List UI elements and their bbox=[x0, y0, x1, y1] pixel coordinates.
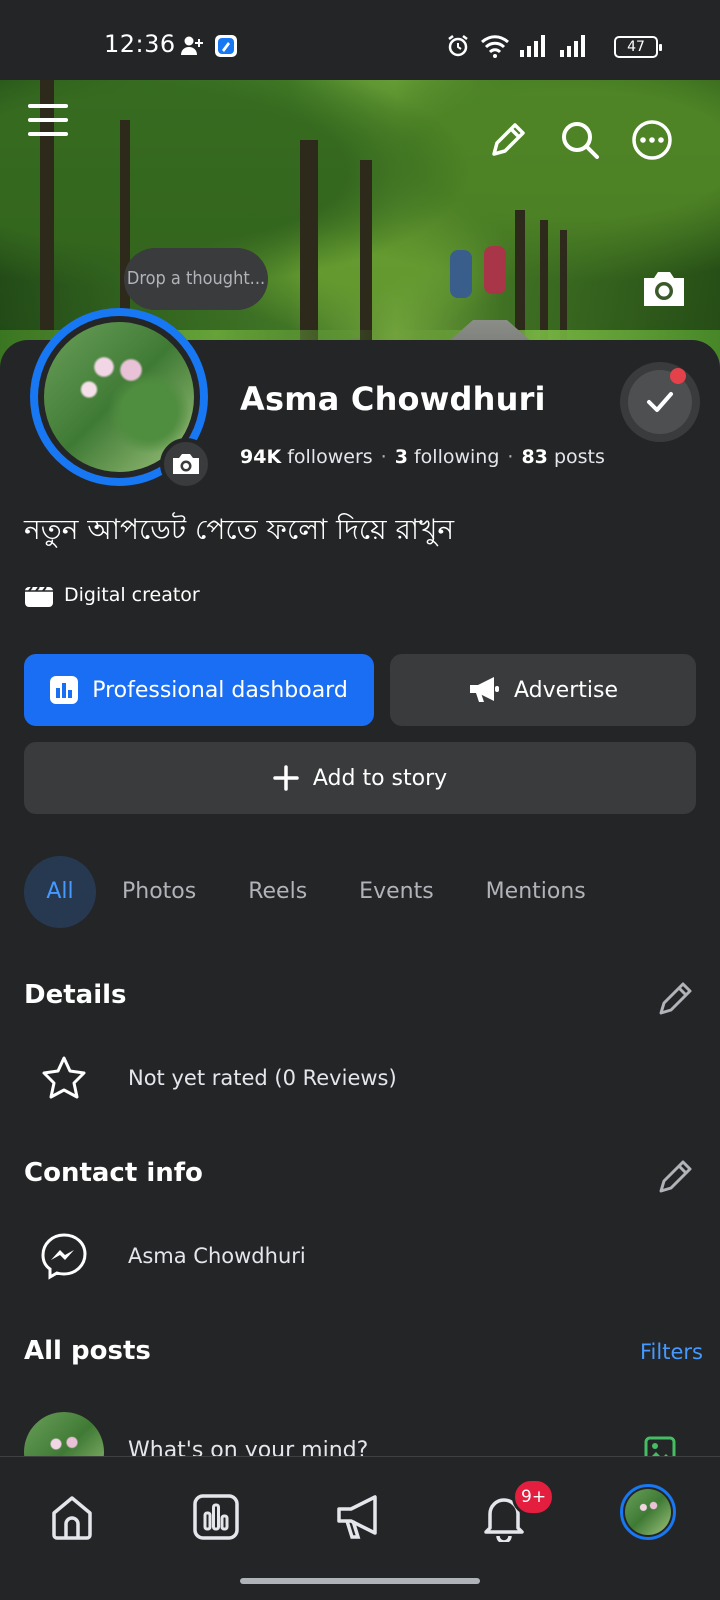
pencil-icon bbox=[659, 982, 692, 1015]
thought-bubble[interactable]: Drop a thought... bbox=[124, 248, 268, 310]
menu-button[interactable] bbox=[20, 92, 76, 148]
profile-name: Asma Chowdhuri bbox=[240, 380, 546, 418]
photo-icon[interactable] bbox=[644, 1436, 676, 1456]
edit-profile-button[interactable] bbox=[480, 112, 536, 168]
signal-icon bbox=[520, 35, 545, 57]
signal-icon bbox=[560, 35, 585, 57]
tab-reels[interactable]: Reels bbox=[222, 856, 333, 928]
notification-dot bbox=[670, 368, 686, 384]
home-indicator[interactable] bbox=[240, 1578, 480, 1584]
battery-icon: 47 bbox=[614, 36, 662, 58]
add-to-story-button[interactable]: Add to story bbox=[24, 742, 696, 814]
person-add-icon bbox=[181, 36, 203, 55]
tab-events[interactable]: Events bbox=[333, 856, 460, 928]
star-icon bbox=[42, 1056, 86, 1099]
nav-dashboard[interactable] bbox=[186, 1487, 246, 1547]
followers-count[interactable]: 94K bbox=[240, 446, 281, 468]
more-button[interactable] bbox=[624, 112, 680, 168]
profile-tabs: All Photos Reels Events Mentions bbox=[24, 856, 612, 928]
profile-category: Digital creator bbox=[24, 582, 200, 608]
professional-dashboard-button[interactable]: Professional dashboard bbox=[24, 654, 374, 726]
nav-profile[interactable] bbox=[620, 1484, 676, 1540]
messenger-row[interactable]: Asma Chowdhuri bbox=[40, 1232, 306, 1280]
followers-label[interactable]: followers bbox=[287, 446, 372, 468]
menu-icon bbox=[28, 104, 68, 136]
all-posts-title: All posts bbox=[24, 1336, 151, 1366]
following-count[interactable]: 3 bbox=[395, 446, 408, 468]
change-avatar-button[interactable] bbox=[160, 438, 212, 490]
advertise-button[interactable]: Advertise bbox=[390, 654, 696, 726]
nav-home[interactable] bbox=[42, 1487, 102, 1547]
camera-icon bbox=[173, 454, 199, 474]
alarm-icon bbox=[448, 35, 468, 57]
pencil-icon bbox=[659, 1160, 692, 1193]
contact-info-title: Contact info bbox=[24, 1158, 203, 1188]
add-to-story-label: Add to story bbox=[312, 765, 448, 791]
messenger-name: Asma Chowdhuri bbox=[128, 1244, 306, 1268]
details-title: Details bbox=[24, 980, 127, 1010]
posts-count: 83 bbox=[521, 446, 548, 468]
megaphone-icon bbox=[470, 677, 500, 702]
rating-row[interactable]: Not yet rated (0 Reviews) bbox=[40, 1054, 397, 1102]
advertise-label: Advertise bbox=[514, 677, 618, 703]
clapperboard-icon bbox=[25, 586, 53, 607]
status-time: 12:36 bbox=[104, 30, 176, 58]
rating-text: Not yet rated (0 Reviews) bbox=[128, 1066, 397, 1090]
tab-mentions[interactable]: Mentions bbox=[460, 856, 612, 928]
app-badge-icon bbox=[215, 35, 237, 57]
tab-photos[interactable]: Photos bbox=[96, 856, 222, 928]
edit-details-button[interactable] bbox=[656, 978, 696, 1018]
edit-contact-button[interactable] bbox=[656, 1156, 696, 1196]
tab-all[interactable]: All bbox=[24, 856, 96, 928]
plus-icon bbox=[273, 765, 299, 791]
wifi-icon bbox=[481, 35, 509, 58]
profile-stats: 94K followers · 3 following · 83 posts bbox=[240, 446, 605, 468]
camera-icon bbox=[644, 272, 684, 306]
filters-link[interactable]: Filters bbox=[640, 1340, 703, 1364]
dashboard-icon bbox=[50, 676, 79, 704]
change-cover-button[interactable] bbox=[640, 268, 688, 308]
nav-ads[interactable] bbox=[330, 1487, 390, 1547]
edit-icon bbox=[492, 123, 525, 156]
search-icon bbox=[562, 122, 599, 159]
notification-badge: 9+ bbox=[512, 1478, 556, 1516]
battery-level: 47 bbox=[627, 39, 645, 55]
post-composer[interactable]: What's on your mind? bbox=[24, 1412, 696, 1456]
check-icon bbox=[647, 392, 673, 412]
dashboard-label: Professional dashboard bbox=[92, 677, 348, 703]
composer-placeholder[interactable]: What's on your mind? bbox=[128, 1438, 368, 1456]
status-bar: 12:36 47 bbox=[0, 0, 720, 80]
composer-avatar bbox=[24, 1412, 104, 1456]
more-icon bbox=[632, 120, 672, 160]
megaphone-icon bbox=[337, 1495, 377, 1539]
home-icon bbox=[52, 1496, 92, 1540]
avatar bbox=[625, 1489, 671, 1535]
category-label: Digital creator bbox=[64, 584, 200, 606]
posts-label: posts bbox=[553, 446, 605, 468]
following-label[interactable]: following bbox=[414, 446, 499, 468]
profile-bio: নতুন আপডেট পেতে ফলো দিয়ে রাখুন bbox=[24, 513, 455, 546]
search-button[interactable] bbox=[552, 112, 608, 168]
messenger-icon bbox=[41, 1233, 87, 1280]
dashboard-icon bbox=[193, 1494, 239, 1540]
